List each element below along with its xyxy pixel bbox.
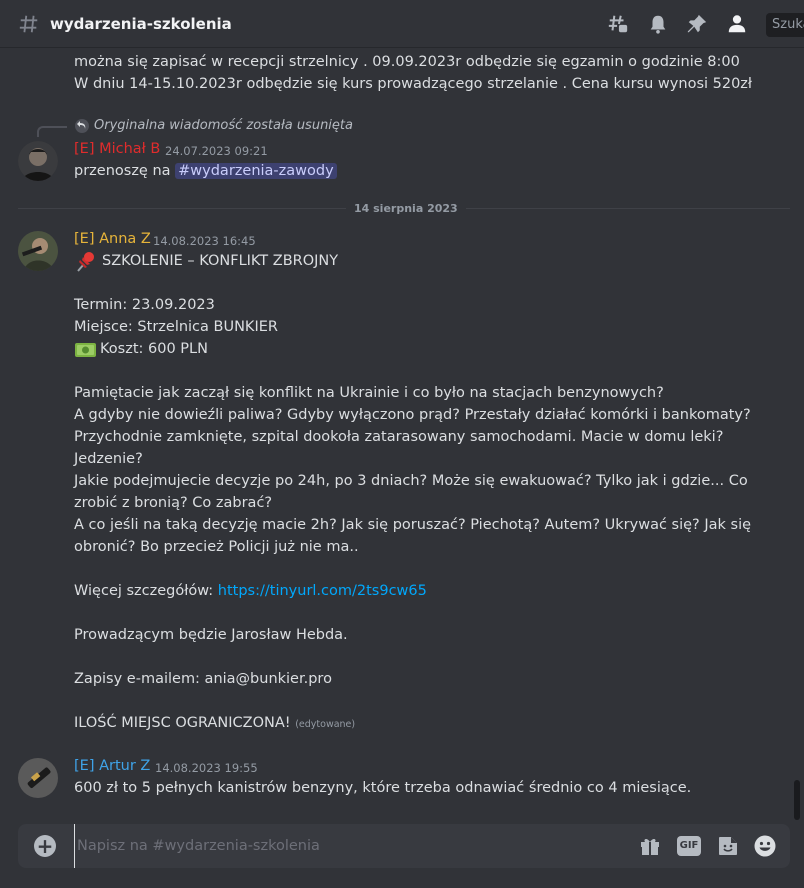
message-text-line: Prowadzącym będzie Jarosław Hebda.: [74, 627, 348, 643]
message-text-line: Miejsce: Strzelnica BUNKIER: [74, 319, 278, 335]
message-text-line: Termin: 23.09.2023: [74, 297, 215, 313]
hash-icon: [19, 15, 38, 33]
avatar-michal[interactable]: [18, 141, 58, 181]
message-text-line: A co jeśli na taką decyzję macie 2h? Jak…: [74, 517, 752, 533]
bell-icon[interactable]: [647, 13, 669, 35]
message-text-line: Zapisy e-mailem: ania@bunkier.pro: [74, 671, 332, 687]
details-link[interactable]: https://tinyurl.com/2ts9cw65: [218, 583, 427, 599]
search-input[interactable]: Szukaj: [766, 13, 804, 37]
message-text-line: Pamiętacie jak zaczął się konflikt na Uk…: [74, 385, 664, 401]
message-text-line: Przychodnie zamknięte, szpital dookoła z…: [74, 429, 724, 445]
edited-label: (edytowane): [295, 719, 356, 730]
author-name[interactable]: [E] Anna Z: [74, 231, 151, 247]
message-timestamp: 24.07.2023 09:21: [165, 144, 268, 158]
message-input[interactable]: [74, 824, 614, 868]
reply-deleted-text: Oryginalna wiadomość została usunięta: [94, 118, 353, 133]
avatar-anna[interactable]: [18, 231, 58, 271]
money-emoji-icon: [75, 343, 96, 357]
message-text-line: Jakie podejmujecie decyzje po 24h, po 3 …: [74, 473, 748, 489]
reply-arrow-icon: [75, 119, 89, 133]
message-text-line: można się zapisać w recepcji strzelnicy …: [74, 54, 740, 70]
scrollbar-thumb[interactable]: [794, 780, 800, 820]
message-timestamp: 14.08.2023 19:55: [155, 761, 258, 775]
message-text: przenoszę na #wydarzenia-zawody: [74, 163, 337, 179]
sticker-icon[interactable]: [716, 834, 740, 858]
author-name[interactable]: [E] Michał B: [74, 141, 160, 157]
avatar-artur[interactable]: [18, 758, 58, 798]
pin-icon[interactable]: [686, 13, 708, 35]
message-text-line: ILOŚĆ MIEJSC OGRANICZONA! (edytowane): [74, 715, 355, 731]
message-text-line: obronić? Bo przecież Policji już nie ma.…: [74, 539, 359, 555]
members-icon[interactable]: [726, 13, 748, 35]
message-timestamp: 14.08.2023 16:45: [153, 234, 256, 248]
channel-header: wydarzenia-szkolenia Szukaj: [0, 0, 804, 48]
message-text-line: zrobić z bronią? Co zabrać?: [74, 495, 273, 511]
details-label: Więcej szczegółów:: [74, 583, 218, 599]
date-divider-label: 14 sierpnia 2023: [346, 202, 466, 215]
message-text-line: Koszt: 600 PLN: [100, 341, 208, 357]
threads-icon[interactable]: [607, 13, 629, 35]
reply-spine: [37, 126, 67, 137]
author-name[interactable]: [E] Artur Z: [74, 758, 150, 774]
gif-button[interactable]: GIF: [677, 836, 701, 856]
channel-title: wydarzenia-szkolenia: [50, 15, 232, 33]
emoji-icon[interactable]: [753, 834, 777, 858]
message-text-prefix: przenoszę na: [74, 163, 176, 179]
message-composer: + GIF: [18, 824, 790, 868]
message-text-last: ILOŚĆ MIEJSC OGRANICZONA!: [74, 715, 291, 731]
pushpin-emoji-icon: [77, 252, 94, 272]
message-text-line: A gdyby nie dowieźli paliwa? Gdyby wyłąc…: [74, 407, 751, 423]
add-attachment-button[interactable]: +: [34, 835, 56, 857]
message-text-line: Jedzenie?: [74, 451, 143, 467]
message-text-line: SZKOLENIE – KONFLIKT ZBROJNY: [102, 253, 339, 269]
message-text: 600 zł to 5 pełnych kanistrów benzyny, k…: [74, 780, 692, 796]
message-text-line: Więcej szczegółów: https://tinyurl.com/2…: [74, 583, 427, 599]
channel-mention[interactable]: #wydarzenia-zawody: [175, 163, 337, 179]
message-text-line: W dniu 14-15.10.2023r odbędzie się kurs …: [74, 76, 753, 92]
gift-icon[interactable]: [638, 834, 662, 858]
